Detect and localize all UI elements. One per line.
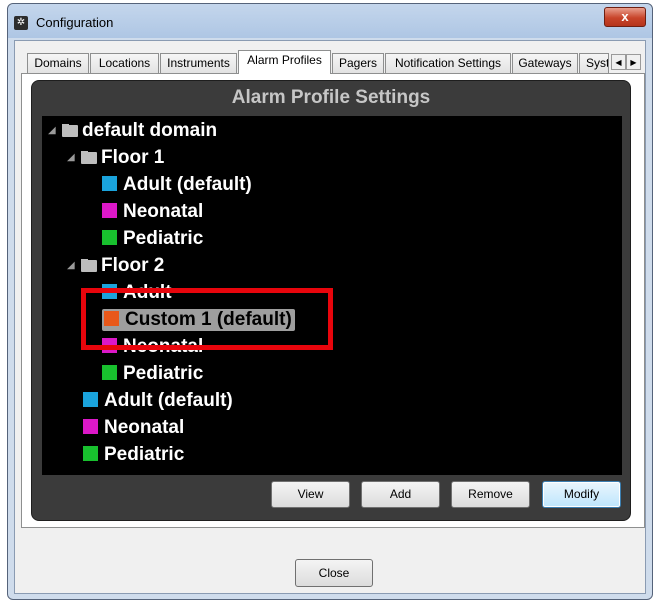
- tree-node-floor-1[interactable]: ◢ Floor 1: [67, 147, 164, 169]
- tree-node-label: Adult (default): [104, 390, 233, 411]
- tree-node-label: Floor 1: [101, 147, 165, 169]
- tab-system[interactable]: Syst: [579, 53, 609, 73]
- collapse-arrow-icon[interactable]: ◢: [67, 255, 79, 277]
- profile-color-swatch: [102, 203, 117, 218]
- profile-color-swatch: [83, 392, 98, 407]
- profile-color-swatch: [102, 176, 117, 191]
- tree-node-floor-2[interactable]: ◢ Floor 2: [67, 255, 164, 277]
- close-button[interactable]: Close: [295, 559, 373, 587]
- collapse-arrow-icon[interactable]: ◢: [48, 120, 60, 142]
- tree-node-label: Neonatal: [104, 417, 185, 438]
- tab-pagers[interactable]: Pagers: [332, 53, 384, 73]
- tree-node-profile[interactable]: Pediatric: [102, 363, 203, 385]
- tree-node-label: Pediatric: [123, 228, 204, 249]
- panel-title: Alarm Profile Settings: [231, 87, 431, 108]
- tab-strip: Domains Locations Instruments Alarm Prof…: [19, 50, 641, 74]
- folder-icon: [81, 259, 97, 273]
- tree-node-label: Pediatric: [123, 363, 204, 384]
- modify-button[interactable]: Modify: [542, 481, 621, 508]
- title-bar[interactable]: ✲ Configuration x: [8, 4, 652, 38]
- tree-node-default-domain[interactable]: ◢ default domain: [48, 120, 217, 142]
- tab-instruments[interactable]: Instruments: [160, 53, 237, 73]
- tab-gateways[interactable]: Gateways: [512, 53, 578, 73]
- tree-node-profile[interactable]: Pediatric: [83, 444, 184, 466]
- tree-node-profile[interactable]: Adult (default): [102, 174, 252, 196]
- collapse-arrow-icon[interactable]: ◢: [67, 147, 79, 169]
- tab-notification-settings[interactable]: Notification Settings: [385, 53, 511, 73]
- tree-node-profile[interactable]: Neonatal: [83, 417, 184, 439]
- profile-color-swatch: [83, 419, 98, 434]
- tree-node-label: Floor 2: [101, 255, 165, 277]
- tree-node-label: Adult (default): [123, 174, 252, 195]
- add-button[interactable]: Add: [361, 481, 440, 508]
- window-title: Configuration: [36, 15, 114, 30]
- tree-node-profile[interactable]: Pediatric: [102, 228, 203, 250]
- gear-icon: ✲: [14, 16, 28, 30]
- tree-node-label: default domain: [82, 120, 218, 142]
- close-window-button[interactable]: x: [604, 7, 646, 27]
- tree-node-label: Pediatric: [104, 444, 185, 465]
- tab-scroll-right-icon[interactable]: ▶: [626, 54, 641, 70]
- tree-node-label: Neonatal: [123, 201, 204, 222]
- profile-color-swatch: [102, 230, 117, 245]
- folder-icon: [81, 151, 97, 165]
- view-button[interactable]: View: [271, 481, 350, 508]
- tab-locations[interactable]: Locations: [90, 53, 159, 73]
- profile-color-swatch: [83, 446, 98, 461]
- red-highlight-annotation: [81, 288, 333, 350]
- tab-alarm-profiles[interactable]: Alarm Profiles: [238, 50, 331, 74]
- remove-button[interactable]: Remove: [451, 481, 530, 508]
- tab-scroll-left-icon[interactable]: ◀: [611, 54, 626, 70]
- folder-icon: [62, 124, 78, 138]
- tab-domains[interactable]: Domains: [27, 53, 89, 73]
- tree-node-profile[interactable]: Neonatal: [102, 201, 203, 223]
- profile-color-swatch: [102, 365, 117, 380]
- tree-node-profile[interactable]: Adult (default): [83, 390, 233, 412]
